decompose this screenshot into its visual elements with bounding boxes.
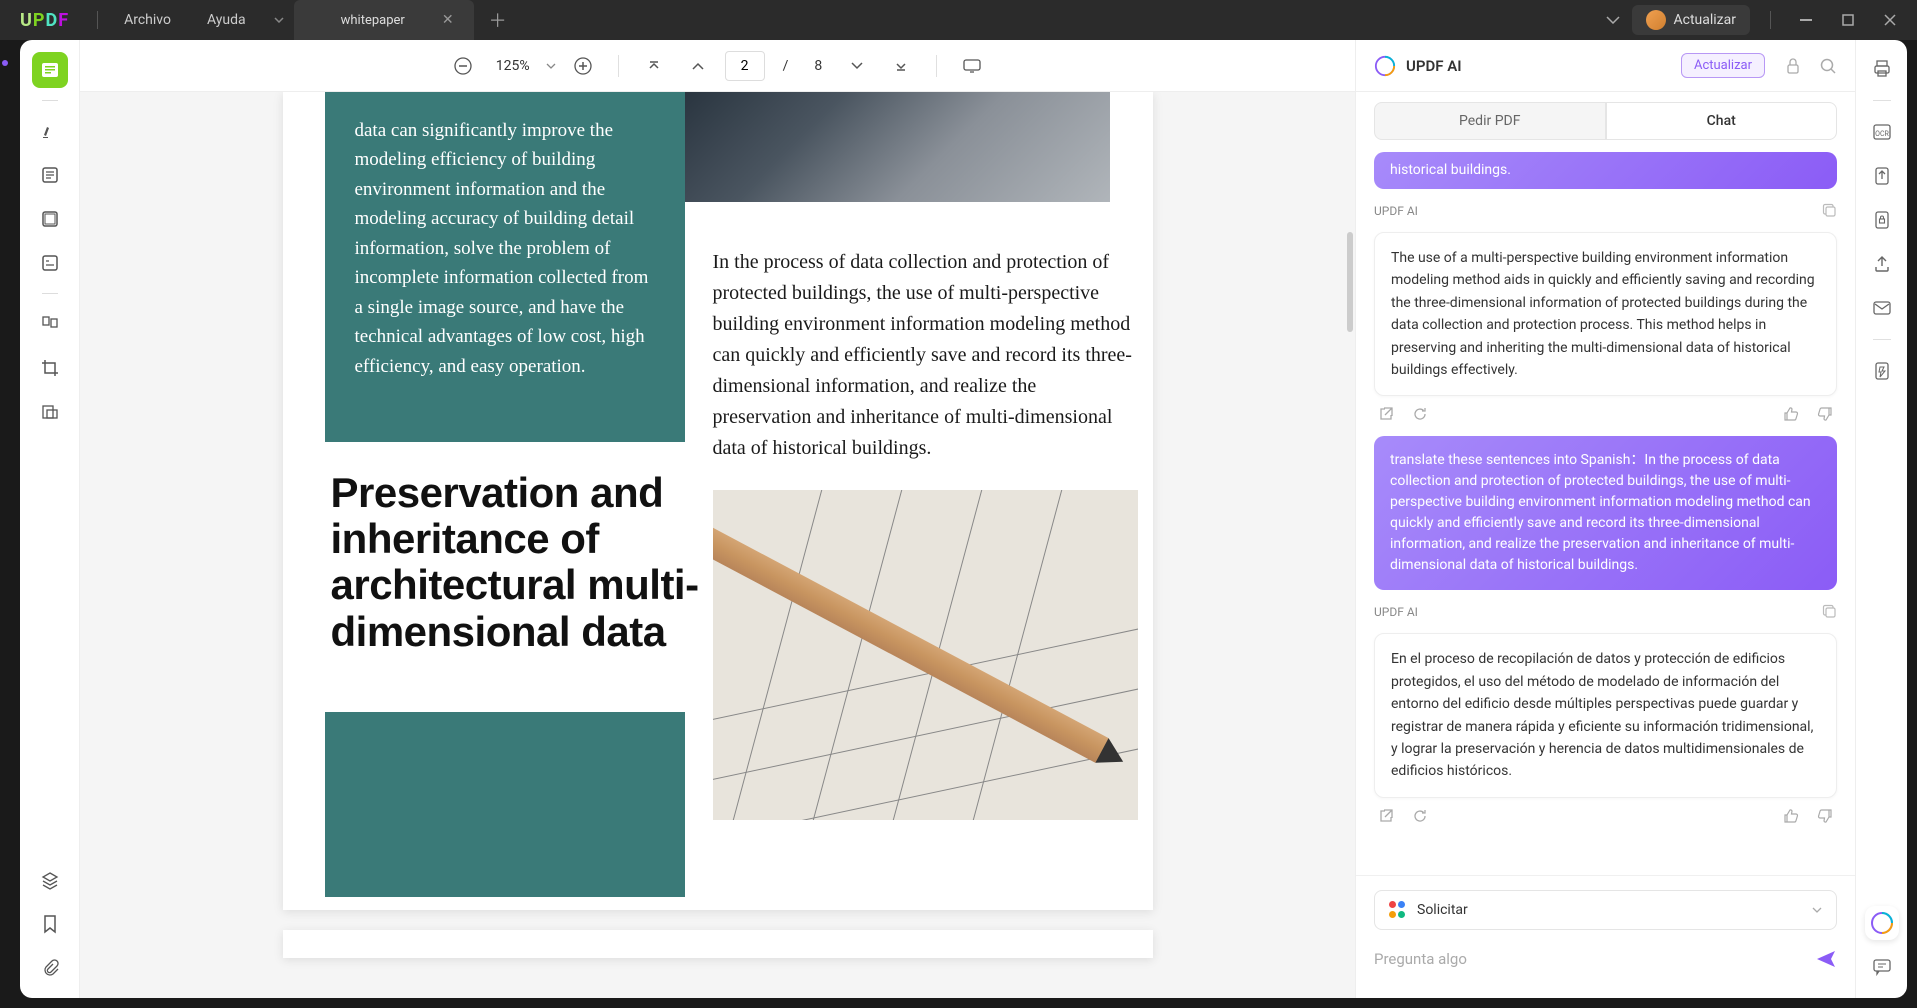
layers-icon[interactable] bbox=[32, 862, 68, 898]
chevron-down-icon[interactable] bbox=[1606, 16, 1620, 24]
feedback-icon[interactable] bbox=[1865, 950, 1899, 984]
page-sep: / bbox=[775, 58, 797, 74]
email-icon[interactable] bbox=[1865, 291, 1899, 325]
chat-scroll[interactable]: historical buildings. UPDF AI The use of… bbox=[1356, 140, 1855, 875]
toolbar: 125% / 8 bbox=[80, 40, 1355, 92]
ai-panel: UPDF AI Actualizar Pedir PDF Chat histor… bbox=[1355, 40, 1855, 998]
menu-help[interactable]: Ayuda bbox=[189, 12, 264, 28]
zoom-out-button[interactable] bbox=[446, 49, 480, 83]
thumbs-up-icon[interactable] bbox=[1783, 406, 1799, 422]
tab-chat[interactable]: Chat bbox=[1606, 102, 1838, 140]
user-message-2: translate these sentences into Spanish：I… bbox=[1374, 436, 1837, 590]
zoom-in-button[interactable] bbox=[566, 49, 600, 83]
redact-tool-icon[interactable] bbox=[32, 394, 68, 430]
document-image-top bbox=[685, 92, 1110, 202]
last-page-button[interactable] bbox=[884, 49, 918, 83]
lock-icon[interactable] bbox=[1785, 57, 1801, 75]
apps-icon bbox=[1389, 901, 1407, 919]
highlighter-tool-icon[interactable] bbox=[32, 113, 68, 149]
copy-icon[interactable] bbox=[1822, 203, 1837, 218]
new-tab-button[interactable]: ＋ bbox=[474, 7, 522, 33]
scrollbar-thumb[interactable] bbox=[1347, 232, 1353, 332]
maximize-button[interactable] bbox=[1833, 5, 1863, 35]
solicitar-dropdown[interactable]: Solicitar bbox=[1374, 890, 1837, 930]
organize-tool-icon[interactable] bbox=[32, 306, 68, 342]
edge-indicator bbox=[2, 60, 8, 66]
user-message-truncated: historical buildings. bbox=[1374, 152, 1837, 189]
presentation-button[interactable] bbox=[955, 49, 989, 83]
convert-icon[interactable] bbox=[1865, 159, 1899, 193]
search-icon[interactable] bbox=[1819, 57, 1837, 75]
tab-pedir-pdf[interactable]: Pedir PDF bbox=[1374, 102, 1606, 140]
form-tool-icon[interactable] bbox=[32, 245, 68, 281]
regenerate-icon[interactable] bbox=[1412, 406, 1428, 422]
regenerate-icon[interactable] bbox=[1412, 808, 1428, 824]
tab-list-dropdown[interactable] bbox=[264, 17, 294, 23]
bookmark-icon[interactable] bbox=[32, 906, 68, 942]
print-icon[interactable] bbox=[1865, 52, 1899, 86]
page-2: data can significantly improve the model… bbox=[283, 92, 1153, 910]
ocr-icon[interactable]: OCR bbox=[1865, 115, 1899, 149]
compress-icon[interactable] bbox=[1865, 354, 1899, 388]
right-rail: OCR bbox=[1855, 40, 1907, 998]
minimize-button[interactable] bbox=[1791, 5, 1821, 35]
ai-panel-title: UPDF AI bbox=[1406, 57, 1671, 75]
menu-file[interactable]: Archivo bbox=[106, 12, 189, 28]
ai-upgrade-button[interactable]: Actualizar bbox=[1681, 53, 1765, 78]
caret-down-icon bbox=[1812, 907, 1822, 913]
avatar bbox=[1646, 10, 1666, 30]
edit-tool-icon[interactable] bbox=[32, 201, 68, 237]
document-callout-box-2 bbox=[325, 712, 685, 897]
open-icon[interactable] bbox=[1378, 808, 1394, 824]
protect-icon[interactable] bbox=[1865, 203, 1899, 237]
ai-message-2: En el proceso de recopilación de datos y… bbox=[1374, 633, 1837, 797]
close-button[interactable] bbox=[1875, 5, 1905, 35]
app-logo: UPDF bbox=[0, 10, 89, 31]
page-input[interactable] bbox=[725, 51, 765, 81]
thumbs-down-icon[interactable] bbox=[1817, 808, 1833, 824]
document-heading: Preservation and inheritance of architec… bbox=[331, 470, 731, 655]
crop-tool-icon[interactable] bbox=[32, 350, 68, 386]
svg-text:OCR: OCR bbox=[1875, 130, 1889, 138]
upgrade-button[interactable]: Actualizar bbox=[1632, 5, 1751, 35]
document-tab[interactable]: whitepaper ✕ bbox=[294, 0, 474, 40]
ai-label: UPDF AI bbox=[1374, 204, 1418, 218]
prev-page-button[interactable] bbox=[681, 49, 715, 83]
left-sidebar bbox=[20, 40, 80, 998]
ai-label: UPDF AI bbox=[1374, 605, 1418, 619]
chat-input[interactable] bbox=[1374, 942, 1805, 976]
upgrade-label: Actualizar bbox=[1674, 12, 1737, 28]
ai-message-1: The use of a multi-perspective building … bbox=[1374, 232, 1837, 396]
document-viewport[interactable]: data can significantly improve the model… bbox=[80, 92, 1355, 998]
share-icon[interactable] bbox=[1865, 247, 1899, 281]
document-image-bottom bbox=[713, 490, 1138, 820]
copy-icon[interactable] bbox=[1822, 604, 1837, 619]
thumbs-down-icon[interactable] bbox=[1817, 406, 1833, 422]
close-icon[interactable]: ✕ bbox=[442, 12, 454, 28]
thumbs-up-icon[interactable] bbox=[1783, 808, 1799, 824]
page-3 bbox=[283, 930, 1153, 958]
zoom-value: 125% bbox=[490, 58, 536, 74]
solicitar-label: Solicitar bbox=[1417, 902, 1802, 918]
open-icon[interactable] bbox=[1378, 406, 1394, 422]
attachment-icon[interactable] bbox=[32, 950, 68, 986]
page-total: 8 bbox=[806, 58, 830, 74]
send-icon[interactable] bbox=[1815, 949, 1837, 969]
document-callout-box: data can significantly improve the model… bbox=[325, 92, 685, 442]
document-body-text: In the process of data collection and pr… bbox=[713, 247, 1133, 464]
updf-ai-logo-icon bbox=[1374, 55, 1396, 77]
reader-tool-icon[interactable] bbox=[32, 52, 68, 88]
next-page-button[interactable] bbox=[840, 49, 874, 83]
zoom-dropdown[interactable] bbox=[546, 63, 556, 69]
first-page-button[interactable] bbox=[637, 49, 671, 83]
comment-tool-icon[interactable] bbox=[32, 157, 68, 193]
tab-title: whitepaper bbox=[324, 13, 422, 28]
ai-fab-icon[interactable] bbox=[1865, 906, 1899, 940]
